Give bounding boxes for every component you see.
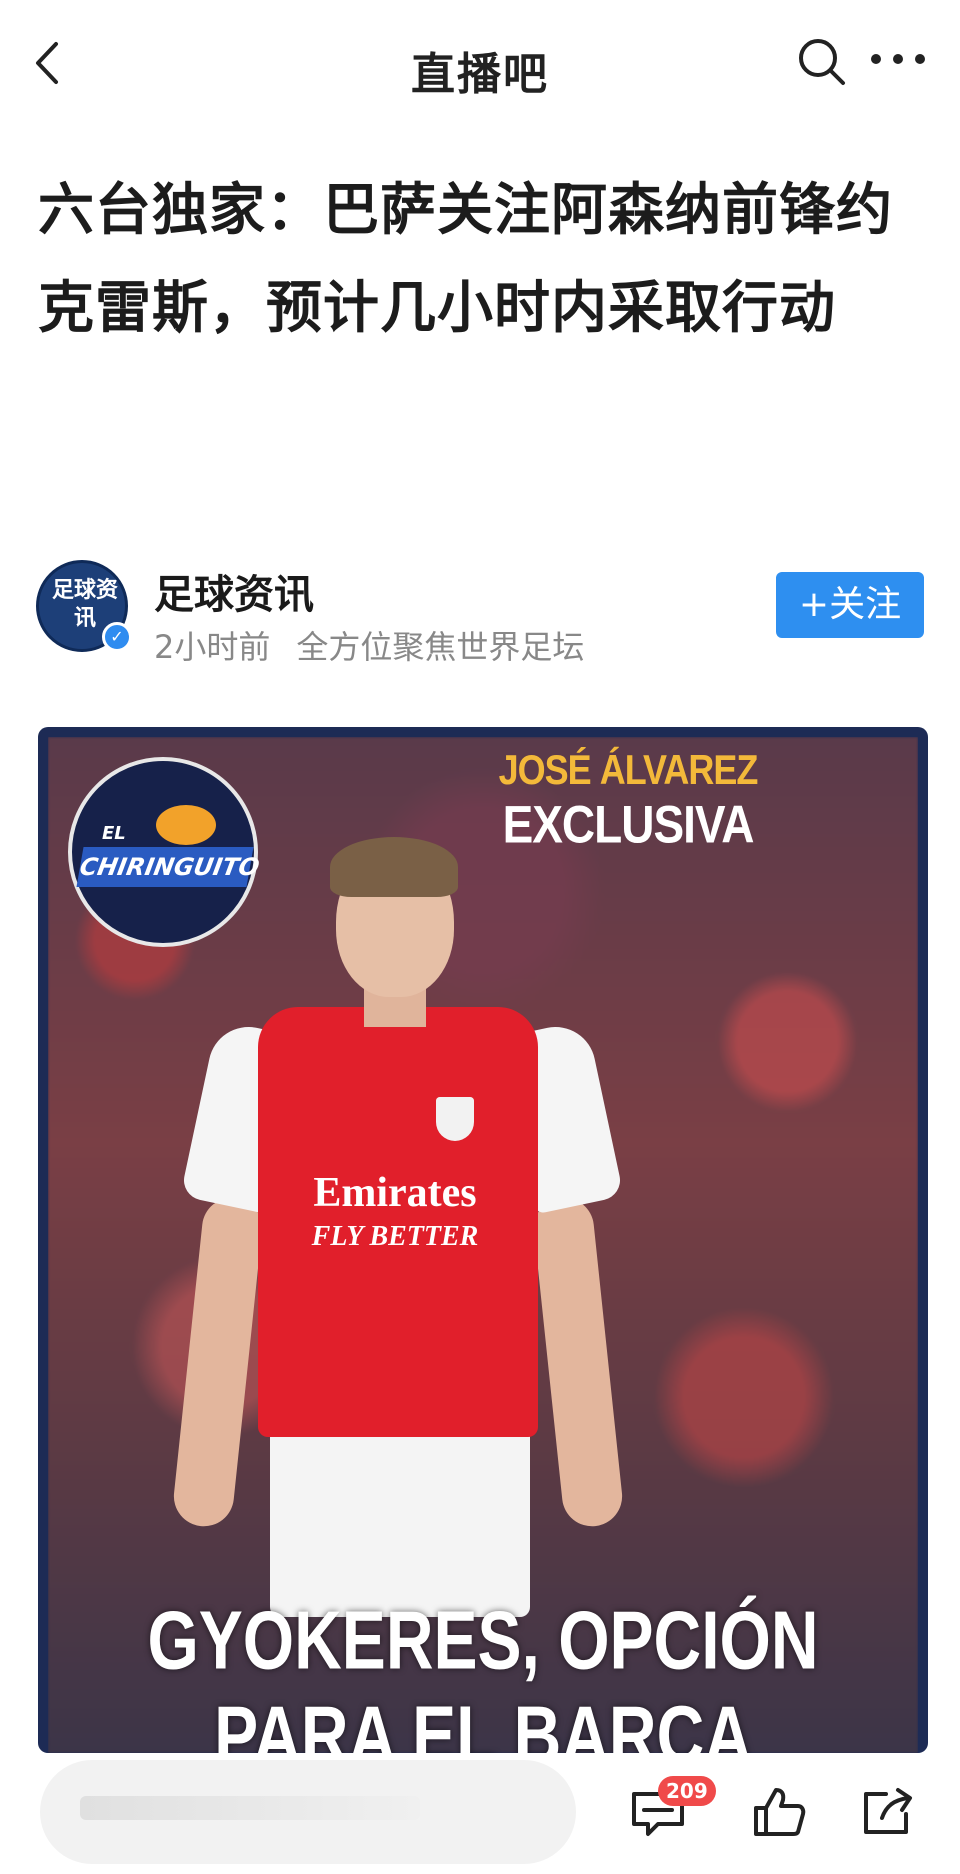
caption-line-1: GYOKERES, OPCIÓN — [147, 1593, 819, 1686]
shirt-sponsor: Emirates — [313, 1170, 477, 1216]
publish-time: 2小时前 — [154, 628, 271, 666]
caption-line-2: PARA EL BARÇA — [214, 1688, 752, 1753]
top-navigation-bar: 直播吧 — [0, 0, 960, 130]
comment-input[interactable] — [40, 1760, 576, 1864]
comment-placeholder — [80, 1796, 420, 1820]
player-right-arm — [530, 1194, 626, 1530]
author-tagline: 全方位聚焦世界足坛 — [296, 628, 585, 666]
article-headline: 六台独家：巴萨关注阿森纳前锋约克雷斯，预计几小时内采取行动 — [38, 178, 893, 341]
verified-icon: ✓ — [102, 622, 132, 652]
author-row: 足球资讯 ✓ 足球资讯 2小时前 全方位聚焦世界足坛 +关注 — [36, 560, 926, 666]
image-caption: GYOKERES, OPCIÓN PARA EL BARÇA — [48, 1592, 918, 1753]
bottom-action-bar: 209 — [0, 1754, 960, 1874]
share-icon[interactable] — [858, 1784, 918, 1840]
shirt-sponsor-slogan: FLY BETTER — [311, 1221, 479, 1252]
logo-el-text: EL — [102, 823, 126, 844]
follow-button[interactable]: +关注 — [776, 572, 924, 638]
player-shorts — [270, 1417, 530, 1617]
author-name[interactable]: 足球资讯 — [154, 562, 314, 620]
club-crest — [436, 1097, 474, 1141]
article-image[interactable]: EL CHIRINGUITO JOSÉ ÁLVAREZ EXCLUSIVA Em… — [38, 727, 928, 1753]
author-meta: 2小时前 全方位聚焦世界足坛 — [154, 622, 610, 668]
player-hair — [330, 837, 458, 897]
search-icon[interactable] — [796, 36, 848, 88]
player-left-arm — [170, 1194, 266, 1530]
comment-count-badge: 209 — [658, 1776, 716, 1806]
exclusive-reporter: JOSÉ ÁLVAREZ — [498, 745, 759, 793]
image-content: EL CHIRINGUITO JOSÉ ÁLVAREZ EXCLUSIVA Em… — [48, 737, 918, 1753]
like-icon[interactable] — [748, 1784, 808, 1840]
more-icon[interactable] — [868, 44, 928, 74]
